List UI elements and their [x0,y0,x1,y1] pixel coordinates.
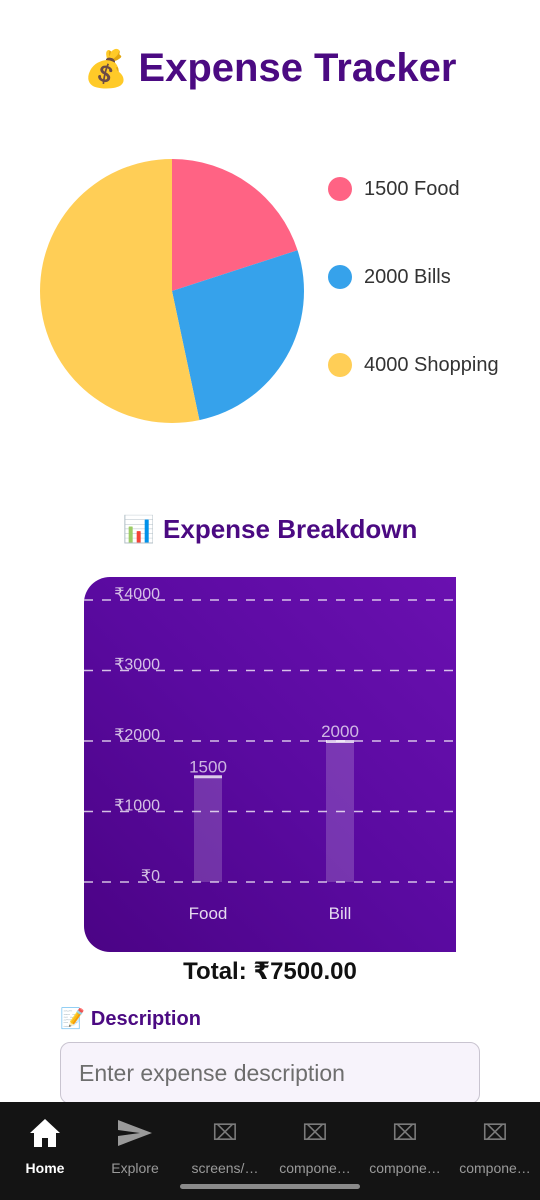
memo-icon: 📝 [60,1008,85,1030]
bar-value-label: 2000 [321,722,359,741]
x-tick-label: Food [189,904,228,923]
x-tick-label: Bill [329,904,352,923]
legend-item-food: 1500 Food [328,172,499,206]
legend-dot-bills [328,265,352,289]
placeholder-icon: ⌧ [392,1120,418,1146]
bar-food[interactable] [194,776,222,882]
tab-label: Home [25,1160,65,1176]
y-tick-label: ₹3000 [114,657,160,674]
app-title-text: Expense Tracker [138,46,457,90]
breakdown-title: 📊 Expense Breakdown [0,514,540,545]
bar-bill[interactable] [326,741,354,882]
money-bag-icon: 💰 [83,48,129,89]
bar-chart-card[interactable]: ₹0₹1000₹2000₹3000₹40001500Food2000Bill4S… [84,577,456,952]
total-amount: Total: ₹7500.00 [183,958,357,985]
placeholder-icon: ⌧ [212,1120,238,1146]
bar-value-label: 1500 [189,757,227,776]
pie-legend: 1500 Food 2000 Bills 4000 Shopping [328,172,499,436]
legend-dot-shopping [328,353,352,377]
home-icon [28,1116,62,1150]
legend-item-shopping: 4000 Shopping [328,348,499,382]
y-tick-label: ₹1000 [114,798,160,815]
tab-label: compone… [369,1160,441,1176]
description-input[interactable] [60,1042,480,1104]
tab-label: Explore [111,1160,159,1176]
legend-item-bills: 2000 Bills [328,260,499,294]
legend-dot-food [328,177,352,201]
y-tick-label: ₹2000 [114,727,160,744]
legend-label: 1500 Food [364,177,460,200]
expense-bar-chart: ₹0₹1000₹2000₹3000₹40001500Food2000Bill4S… [84,586,456,923]
app-title: 💰 Expense Tracker [0,46,540,91]
tab-explore[interactable]: Explore [90,1102,180,1200]
description-label: 📝 Description [60,1006,201,1031]
legend-label: 4000 Shopping [364,353,499,376]
tab-label: compone… [279,1160,351,1176]
send-icon [116,1116,154,1150]
y-tick-label: ₹4000 [114,586,160,603]
tab-label: screens/… [191,1160,259,1176]
legend-label: 2000 Bills [364,265,451,288]
expense-pie-chart [40,159,304,423]
tab-component-2[interactable]: ⌧ compone… [360,1102,450,1200]
tab-label: compone… [459,1160,531,1176]
home-indicator [180,1184,360,1189]
placeholder-icon: ⌧ [482,1120,508,1146]
bar-chart-icon: 📊 [122,514,156,544]
y-tick-label: ₹0 [141,868,160,885]
placeholder-icon: ⌧ [302,1120,328,1146]
description-label-text: Description [90,1008,201,1030]
breakdown-title-text: Expense Breakdown [163,514,418,544]
tab-home[interactable]: Home [0,1102,90,1200]
tab-component-3[interactable]: ⌧ compone… [450,1102,540,1200]
